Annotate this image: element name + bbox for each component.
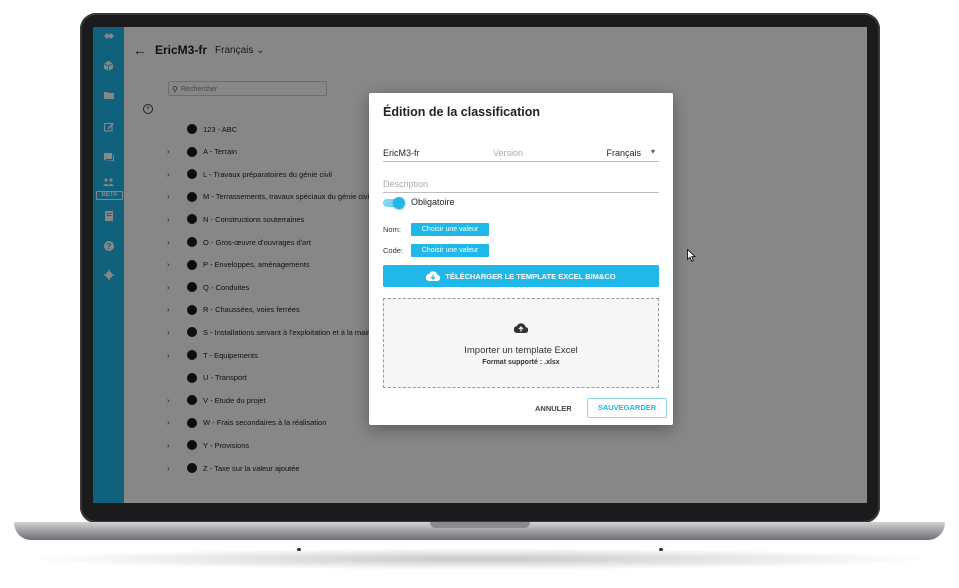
cancel-button[interactable]: ANNULER xyxy=(535,399,572,419)
download-template-button[interactable]: TÉLÉCHARGER LE TEMPLATE EXCEL BIM&CO xyxy=(383,265,659,287)
app-screen: BETA ? ← EricM3-fr Français ⌄ ⚲ Recherch… xyxy=(93,27,867,503)
download-template-label: TÉLÉCHARGER LE TEMPLATE EXCEL BIM&CO xyxy=(445,271,616,281)
import-title: Importer un template Excel xyxy=(464,345,578,356)
description-field[interactable]: Description xyxy=(383,176,659,193)
mandatory-toggle[interactable] xyxy=(383,197,405,209)
chevron-down-icon[interactable]: ▾ xyxy=(651,147,655,156)
choose-name-button[interactable]: Choisir une valeur xyxy=(411,223,489,236)
laptop-foot xyxy=(297,548,301,551)
name-label: Nom: xyxy=(383,225,401,234)
cloud-download-icon xyxy=(426,271,441,281)
excel-drop-zone[interactable]: Importer un template Excel Format suppor… xyxy=(383,298,659,388)
dialog-title: Édition de la classification xyxy=(383,105,540,119)
cloud-upload-icon xyxy=(384,323,658,336)
code-label: Code: xyxy=(383,246,404,255)
edit-classification-dialog: Édition de la classification EricM3-fr V… xyxy=(369,93,673,425)
classification-name-field[interactable]: EricM3-fr xyxy=(383,148,420,158)
dialog-language-select[interactable]: Français xyxy=(606,148,641,158)
choose-code-button[interactable]: Choisir une valeur xyxy=(411,244,489,257)
import-format: Format supporté : .xlsx xyxy=(482,359,560,366)
laptop-foot xyxy=(659,548,663,551)
toggle-knob xyxy=(393,197,405,209)
version-field[interactable]: Version xyxy=(493,148,523,158)
laptop-shadow xyxy=(20,548,939,570)
name-version-language-row: EricM3-fr Version Français ▾ xyxy=(383,145,659,162)
laptop-hinge-notch xyxy=(430,522,530,528)
mandatory-label: Obligatoire xyxy=(411,197,455,207)
save-button[interactable]: SAUVEGARDER xyxy=(587,398,667,418)
mouse-cursor-icon xyxy=(687,249,696,262)
